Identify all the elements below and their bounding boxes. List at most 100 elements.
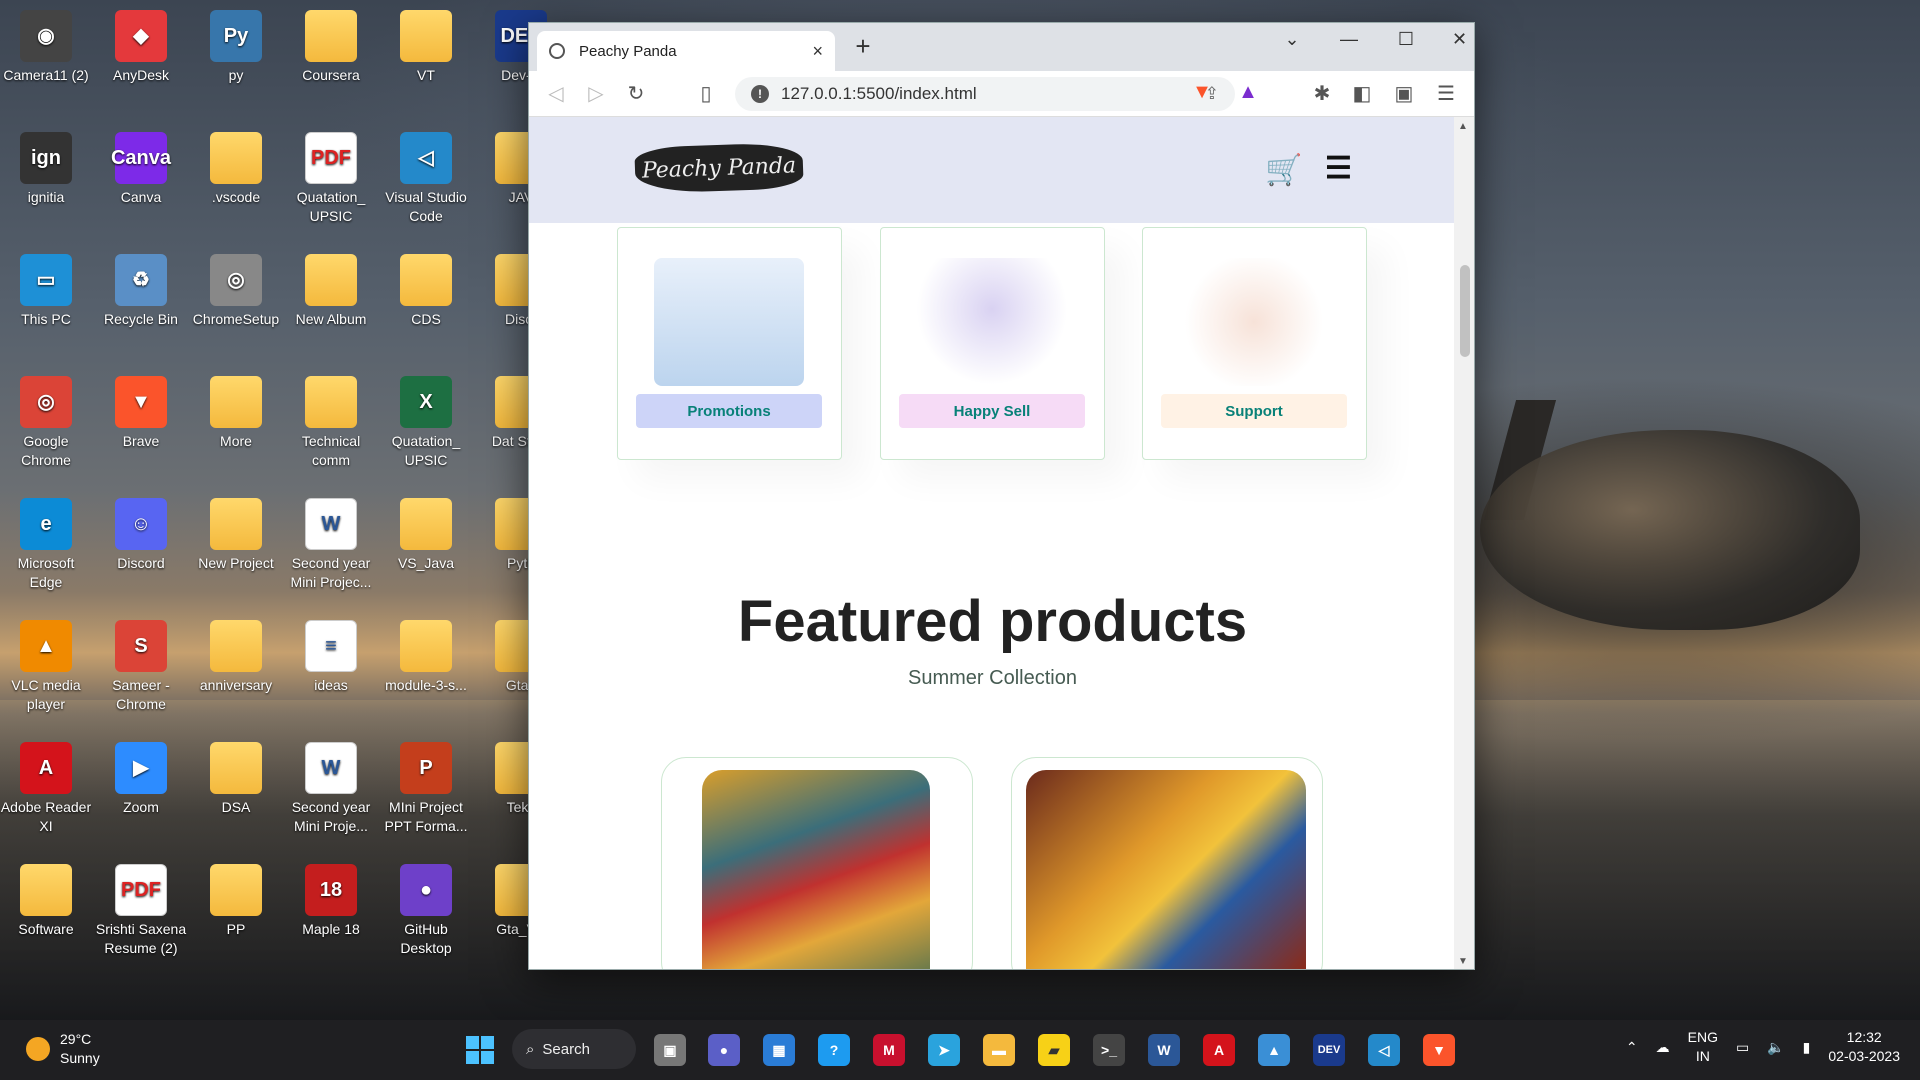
desktop-icon[interactable]: X Quatation_ UPSIC <box>380 376 472 470</box>
task-view-icon[interactable]: ▣ <box>654 1034 686 1066</box>
desktop-icon[interactable]: ◎ Google Chrome <box>0 376 92 470</box>
desktop-icon[interactable]: PP <box>190 864 282 939</box>
brave-taskbar-icon[interactable]: ▼ <box>1423 1034 1455 1066</box>
telegram-icon[interactable]: ➤ <box>928 1034 960 1066</box>
battery-icon[interactable]: ▮ <box>1803 1039 1811 1056</box>
brave-shields-icon[interactable]: ▼ <box>1187 81 1217 104</box>
close-window-button[interactable]: ✕ <box>1443 29 1474 50</box>
desktop-icon[interactable]: e Microsoft Edge <box>0 498 92 592</box>
reload-icon[interactable]: ↻ <box>621 81 651 106</box>
desktop-icon[interactable]: CDS <box>380 254 472 329</box>
site-logo[interactable]: Peachy Panda <box>634 142 804 194</box>
product-card[interactable] <box>1011 757 1323 969</box>
tab-peachy-panda[interactable]: Peachy Panda × <box>537 31 835 71</box>
chevron-up-icon[interactable]: ⌃ <box>1626 1039 1638 1056</box>
sidebar-icon[interactable]: ◧ <box>1347 81 1377 106</box>
terminal-icon[interactable]: >_ <box>1093 1034 1125 1066</box>
start-button[interactable] <box>466 1036 494 1064</box>
desktop-icon[interactable]: ♻ Recycle Bin <box>95 254 187 329</box>
desktop-icon[interactable]: ◉ Camera11 (2) <box>0 10 92 85</box>
desktop-icon[interactable]: W Second year Mini Proje... <box>285 742 377 836</box>
menu-toggle-icon[interactable]: ☰ <box>1325 151 1352 186</box>
desktop-icon[interactable]: Coursera <box>285 10 377 85</box>
wallet-icon[interactable]: ▣ <box>1389 81 1419 106</box>
desktop-icon[interactable]: W Second year Mini Projec... <box>285 498 377 592</box>
vscode-icon[interactable]: ◁ <box>1368 1034 1400 1066</box>
desktop-icon[interactable]: ign ignitia <box>0 132 92 207</box>
desktop-icon[interactable]: Py py <box>190 10 282 85</box>
desktop-icon[interactable]: ≡ ideas <box>285 620 377 695</box>
clock[interactable]: 12:32 02-03-2023 <box>1828 1028 1900 1066</box>
word-icon[interactable]: W <box>1148 1034 1180 1066</box>
desktop-icon[interactable]: More <box>190 376 282 451</box>
menu-icon[interactable]: ☰ <box>1431 81 1461 106</box>
language-code: ENG <box>1687 1029 1718 1045</box>
desktop-icon[interactable]: ▭ This PC <box>0 254 92 329</box>
brave-rewards-icon[interactable]: ▲ <box>1233 81 1263 104</box>
bookmark-icon[interactable]: ▯ <box>691 81 721 106</box>
desktop-icon[interactable]: DSA <box>190 742 282 817</box>
desktop-icon[interactable]: P MIni Project PPT Forma... <box>380 742 472 836</box>
get-help-icon[interactable]: ? <box>818 1034 850 1066</box>
desktop-icon[interactable]: VS_Java <box>380 498 472 573</box>
page-scrollbar[interactable]: ▲ ▼ <box>1454 117 1474 969</box>
desktop-icon[interactable]: Technical comm <box>285 376 377 470</box>
file-explorer-icon[interactable]: ▬ <box>983 1034 1015 1066</box>
product-card[interactable] <box>661 757 973 969</box>
weather-widget[interactable]: 29°C Sunny <box>26 1030 100 1068</box>
desktop-icon[interactable]: ◎ ChromeSetup <box>190 254 282 329</box>
site-info-icon[interactable]: ! <box>751 85 769 103</box>
desktop-icon[interactable]: ▼ Brave <box>95 376 187 451</box>
desktop-icon[interactable]: Canva Canva <box>95 132 187 207</box>
desktop-icon-label: Discord <box>117 555 165 571</box>
dev-cpp-icon[interactable]: DEV <box>1313 1034 1345 1066</box>
language-indicator[interactable]: ENG IN <box>1688 1028 1718 1066</box>
minimize-button[interactable]: — <box>1329 29 1369 50</box>
desktop-icon[interactable]: .vscode <box>190 132 282 207</box>
desktop-icon[interactable]: S Sameer - Chrome <box>95 620 187 714</box>
desktop-icon[interactable]: PDF Quatation_ UPSIC <box>285 132 377 226</box>
network-icon[interactable]: ▭ <box>1736 1039 1749 1056</box>
taskbar-search[interactable]: ⌕ Search <box>512 1029 636 1069</box>
new-tab-button[interactable]: + <box>847 31 879 62</box>
desktop-icon[interactable]: ◁ Visual Studio Code <box>380 132 472 226</box>
desktop-icon[interactable]: VT <box>380 10 472 85</box>
forward-icon[interactable]: ▷ <box>581 81 611 106</box>
onedrive-icon[interactable]: ☁ <box>1656 1039 1670 1056</box>
microsoft-store-icon[interactable]: ▦ <box>763 1034 795 1066</box>
scroll-up-icon[interactable]: ▲ <box>1458 121 1468 132</box>
desktop-icon[interactable]: ▶ Zoom <box>95 742 187 817</box>
photos-icon[interactable]: ▲ <box>1258 1034 1290 1066</box>
address-bar[interactable]: ! 127.0.0.1:5500/index.html ⇪ <box>735 77 1235 111</box>
desktop-icon-label: Microsoft Edge <box>17 555 75 590</box>
desktop-icon[interactable]: ☺ Discord <box>95 498 187 573</box>
desktop-icon[interactable]: module-3-s... <box>380 620 472 695</box>
tab-bar: Peachy Panda × + ⌄ — ☐ ✕ <box>529 23 1474 71</box>
mcafee-icon[interactable]: M <box>873 1034 905 1066</box>
scrollbar-thumb[interactable] <box>1460 265 1470 357</box>
sticky-notes-icon[interactable]: ▰ <box>1038 1034 1070 1066</box>
desktop-icon[interactable]: anniversary <box>190 620 282 695</box>
maximize-button[interactable]: ☐ <box>1386 29 1426 50</box>
tab-search-chevron-icon[interactable]: ⌄ <box>1272 29 1312 50</box>
desktop-icon-image <box>20 864 72 916</box>
extensions-icon[interactable]: ✱ <box>1307 81 1337 106</box>
desktop-icon-image: A <box>20 742 72 794</box>
tab-close-icon[interactable]: × <box>812 41 823 62</box>
desktop-icon[interactable]: PDF Srishti Saxena Resume (2) <box>95 864 187 958</box>
back-icon[interactable]: ◁ <box>541 81 571 106</box>
teams-chat-icon[interactable]: ● <box>708 1034 740 1066</box>
desktop-icon[interactable]: New Project <box>190 498 282 573</box>
desktop-icon[interactable]: A Adobe Reader XI <box>0 742 92 836</box>
desktop-icon[interactable]: New Album <box>285 254 377 329</box>
desktop-icon[interactable]: 18 Maple 18 <box>285 864 377 939</box>
desktop-icon[interactable]: ▲ VLC media player <box>0 620 92 714</box>
desktop-icon-label: PP <box>226 921 246 937</box>
desktop-icon[interactable]: ● GitHub Desktop <box>380 864 472 958</box>
desktop-icon[interactable]: Software <box>0 864 92 939</box>
adobe-reader-icon[interactable]: A <box>1203 1034 1235 1066</box>
scroll-down-icon[interactable]: ▼ <box>1458 956 1468 967</box>
volume-icon[interactable]: 🔈 <box>1767 1039 1784 1056</box>
cart-icon[interactable]: 🛒 <box>1265 153 1302 188</box>
desktop-icon[interactable]: ◆ AnyDesk <box>95 10 187 85</box>
